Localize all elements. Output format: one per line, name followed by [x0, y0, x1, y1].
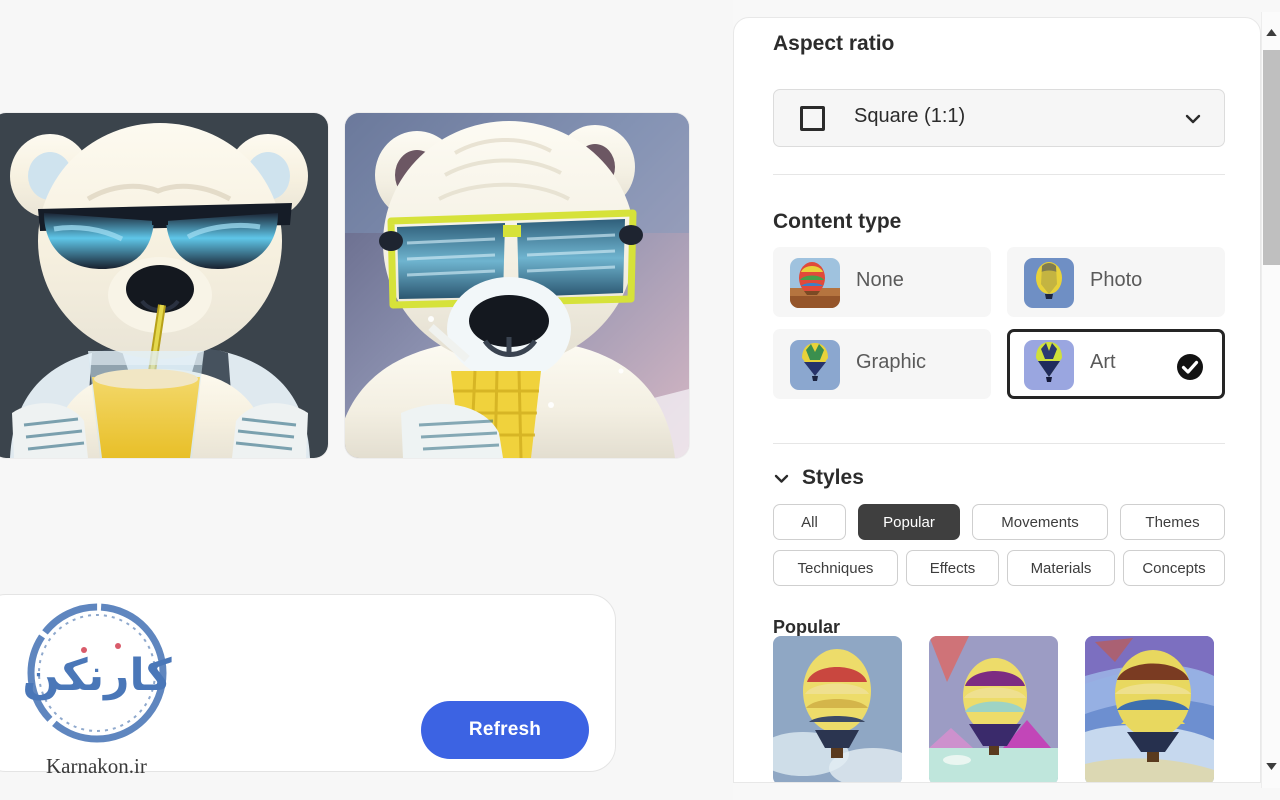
canvas-area: Refresh کارنکن Karnakon.ir: [0, 0, 733, 800]
scroll-down-arrow[interactable]: [1262, 756, 1280, 776]
content-type-label-photo: Photo: [1090, 269, 1143, 291]
styles-section-toggle[interactable]: Styles: [773, 466, 864, 490]
triangle-up-icon: [1266, 28, 1277, 36]
style-filter-movements[interactable]: Movements: [972, 504, 1108, 540]
polar-bear-yellow-sunglasses-illustration: [345, 113, 689, 458]
triangle-down-icon: [1266, 762, 1277, 770]
divider: [773, 443, 1225, 444]
content-type-label-none: None: [856, 269, 904, 291]
panel-scrollbar[interactable]: [1261, 12, 1280, 788]
divider: [773, 174, 1225, 175]
balloon-thumbnail-none: [790, 258, 840, 308]
content-type-option-graphic[interactable]: Graphic: [773, 329, 991, 399]
scroll-thumb[interactable]: [1263, 50, 1280, 265]
square-icon: [800, 106, 825, 131]
aspect-ratio-select[interactable]: Square (1:1): [773, 89, 1225, 147]
style-filter-themes[interactable]: Themes: [1120, 504, 1225, 540]
settings-panel-content: Aspect ratio Square (1:1) Content type N…: [734, 18, 1244, 782]
content-type-heading: Content type: [773, 210, 902, 233]
content-type-option-photo[interactable]: Photo: [1007, 247, 1225, 317]
refresh-button[interactable]: Refresh: [421, 701, 589, 759]
style-filter-techniques[interactable]: Techniques: [773, 550, 898, 586]
styles-heading: Styles: [802, 466, 864, 489]
polar-bear-dark-sunglasses-illustration: [0, 113, 328, 458]
style-filter-materials[interactable]: Materials: [1007, 550, 1115, 586]
style-filter-effects[interactable]: Effects: [906, 550, 999, 586]
style-thumbnail-3[interactable]: [1085, 636, 1214, 782]
balloon-thumbnail-photo: [1024, 258, 1074, 308]
content-type-label-graphic: Graphic: [856, 351, 927, 373]
style-filter-popular[interactable]: Popular: [858, 504, 960, 540]
style-filter-concepts[interactable]: Concepts: [1123, 550, 1225, 586]
chevron-down-icon: [1185, 114, 1201, 124]
generated-image-2[interactable]: [345, 113, 689, 458]
scroll-up-arrow[interactable]: [1262, 22, 1280, 42]
style-thumbnail-1[interactable]: [773, 636, 902, 782]
prompt-input-card: Refresh: [0, 594, 616, 772]
aspect-ratio-heading: Aspect ratio: [773, 32, 895, 55]
balloon-thumbnail-graphic: [790, 340, 840, 390]
settings-panel: Aspect ratio Square (1:1) Content type N…: [733, 17, 1261, 783]
content-type-option-art[interactable]: Art: [1007, 329, 1225, 399]
chevron-down-icon: [774, 474, 789, 483]
aspect-ratio-value: Square (1:1): [854, 105, 966, 127]
balloon-thumbnail-art: [1024, 340, 1074, 390]
check-circle-icon: [1177, 354, 1203, 380]
popular-group-heading: Popular: [773, 617, 841, 637]
style-thumbnail-2[interactable]: [929, 636, 1058, 782]
content-type-option-none[interactable]: None: [773, 247, 991, 317]
style-filter-all[interactable]: All: [773, 504, 846, 540]
generated-image-1[interactable]: [0, 113, 328, 458]
content-type-label-art: Art: [1090, 351, 1116, 373]
